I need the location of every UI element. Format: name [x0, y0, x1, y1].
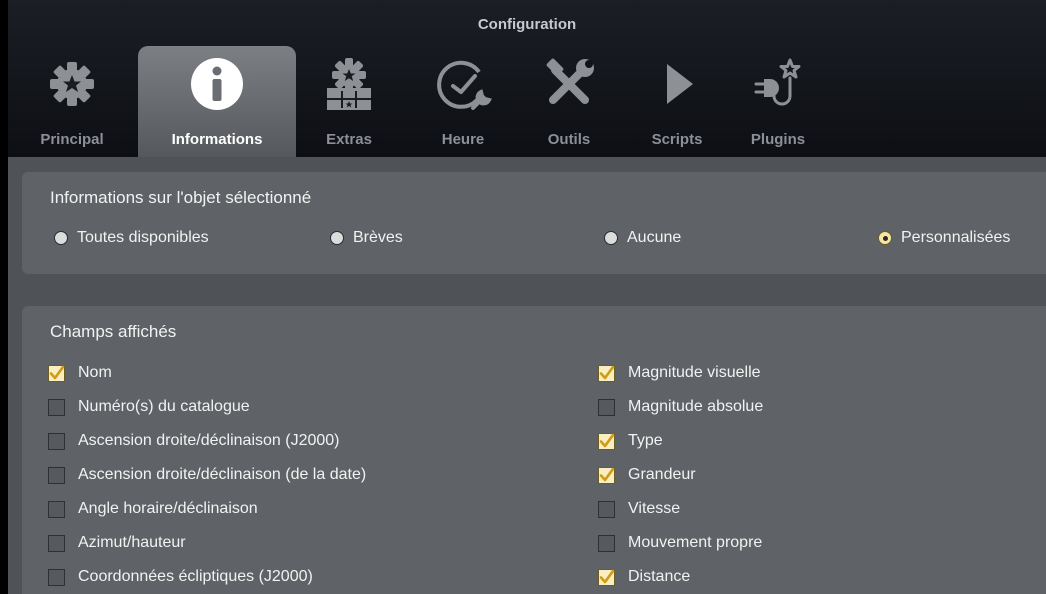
checkbox-ad-dec-date[interactable]: Ascension droite/déclinaison (de la date…	[48, 466, 366, 484]
tab-label: Heure	[441, 131, 485, 148]
checkbox-label: Coordonnées écliptiques (J2000)	[78, 568, 313, 585]
tab-outils[interactable]: Outils	[523, 46, 615, 157]
checkbox-mouvement-propre[interactable]: Mouvement propre	[598, 534, 762, 552]
checkbox-type[interactable]: Type	[598, 432, 663, 450]
tab-label: Principal	[40, 131, 104, 148]
tab-label: Outils	[547, 131, 591, 148]
tools-icon	[546, 58, 594, 104]
tab-scripts[interactable]: Scripts	[628, 46, 726, 157]
checkbox[interactable]	[48, 534, 65, 552]
checkbox-label: Nom	[78, 364, 112, 381]
check-mark-icon	[599, 365, 615, 379]
tab-heure[interactable]: Heure	[416, 46, 510, 157]
checkbox-magnitude-absolue[interactable]: Magnitude absolue	[598, 398, 763, 416]
clock-icon	[437, 60, 492, 110]
radio-label: Personnalisées	[901, 229, 1011, 246]
tab-principal[interactable]: Principal	[8, 46, 136, 157]
toolbar: Configuration Principal Informations Ext…	[8, 0, 1046, 157]
check-mark-icon	[599, 467, 615, 481]
tab-label: Plugins	[750, 131, 806, 148]
extras-gear-icon	[327, 58, 371, 110]
group-title: Informations sur l'objet sélectionné	[50, 188, 312, 207]
checkbox-label: Mouvement propre	[628, 534, 763, 551]
checkbox-label: Grandeur	[628, 466, 696, 483]
displayed-fields-group: Champs affichés Nom Numéro(s) du catalog…	[22, 306, 1046, 594]
checkbox-magnitude-visuelle[interactable]: Magnitude visuelle	[598, 364, 761, 382]
gear-star-icon	[50, 62, 94, 106]
radio-personnalisees[interactable]: Personnalisées	[878, 229, 1010, 247]
checkbox-label: Ascension droite/déclinaison (de la date…	[78, 466, 367, 483]
checkbox[interactable]	[598, 432, 615, 450]
group-title: Champs affichés	[50, 322, 177, 341]
tab-label: Scripts	[651, 131, 703, 148]
check-mark-icon	[599, 569, 615, 583]
checkbox-label: Ascension droite/déclinaison (J2000)	[78, 432, 340, 449]
checkbox-azimut-hauteur[interactable]: Azimut/hauteur	[48, 534, 186, 552]
radio-button[interactable]	[330, 231, 344, 245]
radio-toutes-disponibles[interactable]: Toutes disponibles	[54, 229, 209, 247]
check-mark-icon	[599, 433, 615, 447]
checkbox[interactable]	[598, 466, 615, 484]
tab-label: Extras	[326, 131, 372, 148]
checkbox-label: Azimut/hauteur	[78, 534, 186, 551]
radio-button-selected[interactable]	[878, 231, 892, 245]
checkbox-ad-dec-j2000[interactable]: Ascension droite/déclinaison (J2000)	[48, 432, 339, 450]
checkbox[interactable]	[48, 364, 65, 382]
check-mark-icon	[49, 365, 65, 379]
checkbox-label: Numéro(s) du catalogue	[78, 398, 250, 415]
checkbox-grandeur[interactable]: Grandeur	[598, 466, 696, 484]
radio-breves[interactable]: Brèves	[330, 229, 403, 247]
radio-label: Aucune	[627, 229, 682, 246]
plug-star-icon	[754, 58, 801, 106]
checkbox-angle-horaire[interactable]: Angle horaire/déclinaison	[48, 500, 258, 518]
configuration-window: Configuration Principal Informations Ext…	[8, 0, 1046, 594]
tab-plugins[interactable]: Plugins	[738, 46, 818, 157]
radio-label: Toutes disponibles	[77, 229, 209, 246]
checkbox-coord-ecliptiques[interactable]: Coordonnées écliptiques (J2000)	[48, 568, 313, 586]
tab-extras[interactable]: Extras	[300, 46, 398, 157]
checkbox-label: Magnitude absolue	[628, 398, 764, 415]
radio-label: Brèves	[353, 229, 403, 246]
radio-aucune[interactable]: Aucune	[604, 229, 681, 247]
window-title: Configuration	[477, 16, 577, 33]
checkbox-numero-catalogue[interactable]: Numéro(s) du catalogue	[48, 398, 250, 416]
radio-button[interactable]	[54, 231, 68, 245]
checkbox[interactable]	[48, 432, 65, 450]
info-icon	[191, 58, 243, 110]
checkbox[interactable]	[598, 534, 615, 552]
checkbox[interactable]	[48, 398, 65, 416]
checkbox[interactable]	[598, 398, 615, 416]
checkbox-label: Vitesse	[628, 500, 681, 517]
checkbox-label: Angle horaire/déclinaison	[78, 500, 258, 517]
radio-button[interactable]	[604, 231, 618, 245]
checkbox[interactable]	[598, 500, 615, 518]
tab-label: Informations	[171, 131, 263, 148]
info-level-group: Informations sur l'objet sélectionné Tou…	[22, 172, 1046, 274]
play-icon	[667, 64, 693, 104]
tab-informations[interactable]: Informations	[138, 46, 296, 157]
checkbox-vitesse[interactable]: Vitesse	[598, 500, 680, 518]
checkbox-label: Magnitude visuelle	[628, 364, 761, 381]
checkbox[interactable]	[48, 466, 65, 484]
checkbox[interactable]	[48, 500, 65, 518]
checkbox[interactable]	[48, 568, 65, 586]
checkbox[interactable]	[598, 364, 615, 382]
checkbox-label: Distance	[628, 568, 691, 585]
checkbox-distance[interactable]: Distance	[598, 568, 690, 586]
checkbox-label: Type	[628, 432, 663, 449]
checkbox-nom[interactable]: Nom	[48, 364, 112, 382]
checkbox[interactable]	[598, 568, 615, 586]
